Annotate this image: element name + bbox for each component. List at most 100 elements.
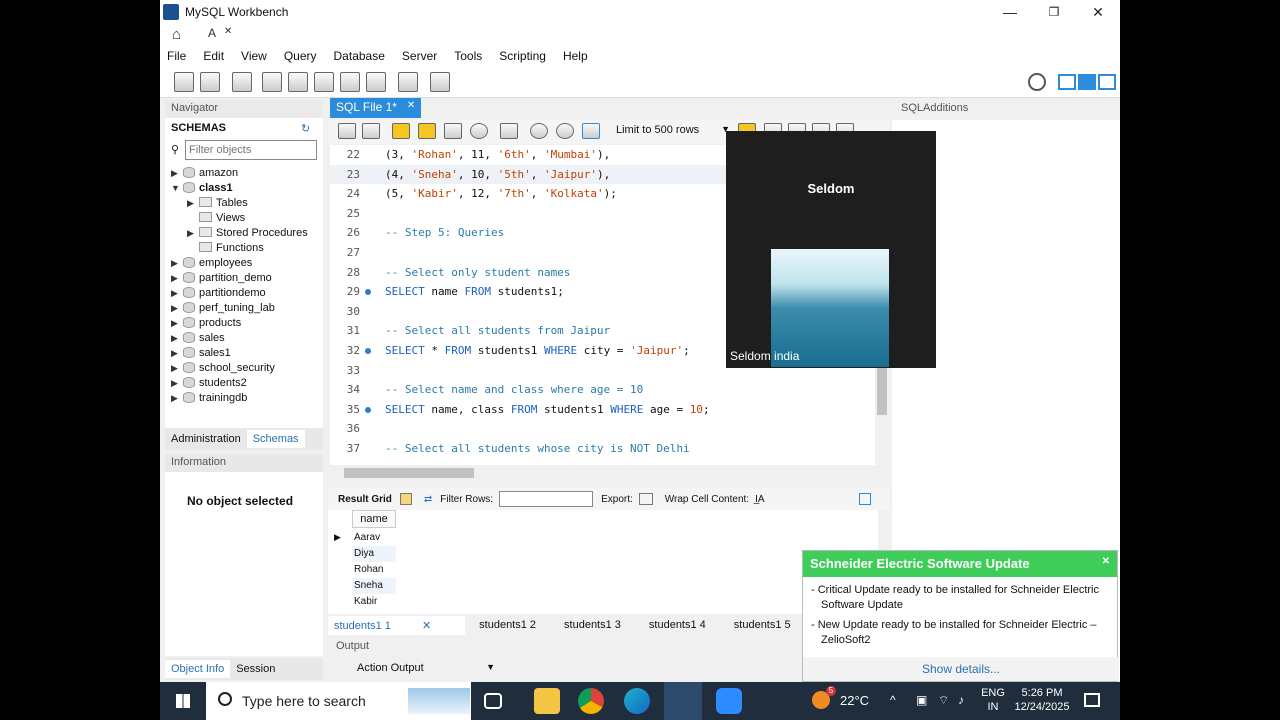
- reconnect-icon[interactable]: [430, 72, 450, 92]
- toggle-sidebar-icon[interactable]: [1058, 74, 1076, 90]
- menu-database[interactable]: Database: [334, 49, 385, 63]
- create-procedure-icon[interactable]: [340, 72, 360, 92]
- tree-schema-item[interactable]: ▶ amazon: [171, 166, 238, 181]
- result-tab-4[interactable]: students1 4: [649, 619, 706, 631]
- create-view-icon[interactable]: [314, 72, 334, 92]
- menu-server[interactable]: Server: [402, 49, 437, 63]
- execute-current-icon[interactable]: [418, 123, 436, 139]
- notification-center-icon[interactable]: [1084, 693, 1100, 707]
- code-line[interactable]: 35 SELECT name, class FROM students1 WHER…: [330, 400, 875, 420]
- result-tab-1[interactable]: students1 1 ✕: [328, 615, 466, 635]
- zoom-icon[interactable]: [716, 688, 742, 714]
- tree-schema-item[interactable]: ▶ school_security: [171, 361, 275, 376]
- toggle-secondary-sidebar-icon[interactable]: [1098, 74, 1116, 90]
- home-icon[interactable]: ⌂: [172, 26, 181, 43]
- autocommit-icon[interactable]: [582, 123, 600, 139]
- chevron-right-icon[interactable]: ▶: [187, 196, 199, 211]
- tree-schema-item[interactable]: ▶ perf_tuning_lab: [171, 301, 275, 316]
- tab-schemas[interactable]: Schemas: [246, 430, 305, 448]
- chevron-right-icon[interactable]: ▶: [171, 286, 183, 301]
- create-function-icon[interactable]: [366, 72, 386, 92]
- result-view-icon[interactable]: [858, 493, 871, 505]
- code-line[interactable]: 34 -- Select name and class where age = 1…: [330, 380, 875, 400]
- table-row[interactable]: Rohan: [352, 562, 396, 578]
- minimize-button[interactable]: —: [988, 0, 1032, 24]
- sql-file-tab[interactable]: SQL File 1* ✕: [330, 98, 422, 118]
- menu-help[interactable]: Help: [563, 49, 588, 63]
- tree-schema-item[interactable]: ▶ employees: [171, 256, 252, 271]
- volume-icon[interactable]: ♪: [958, 693, 964, 707]
- wrap-cell-icon[interactable]: I̲A: [755, 494, 764, 505]
- tree-schema-item[interactable]: ▶ sales: [171, 331, 225, 346]
- result-tab-3[interactable]: students1 3: [564, 619, 621, 631]
- maximize-button[interactable]: ❐: [1032, 0, 1076, 24]
- meet-now-icon[interactable]: ▣: [916, 693, 927, 707]
- close-button[interactable]: ✕: [1076, 0, 1120, 24]
- chevron-right-icon[interactable]: ▶: [171, 346, 183, 361]
- tab-administration[interactable]: Administration: [165, 433, 247, 445]
- chevron-right-icon[interactable]: ▶: [171, 376, 183, 391]
- inspector-icon[interactable]: [232, 72, 252, 92]
- chevron-right-icon[interactable]: ▶: [171, 301, 183, 316]
- connection-tab-close-icon[interactable]: ✕: [224, 26, 232, 44]
- chrome-icon[interactable]: [578, 688, 604, 714]
- close-icon[interactable]: ✕: [1102, 556, 1110, 572]
- clock[interactable]: 5:26 PM 12/24/2025: [1012, 686, 1072, 714]
- tree-schema-item[interactable]: ▶ partition_demo: [171, 271, 272, 286]
- code-line[interactable]: 36: [330, 419, 875, 439]
- rollback-icon[interactable]: [556, 123, 574, 139]
- code-line[interactable]: 37 -- Select all students whose city is N…: [330, 439, 875, 459]
- grid-icon[interactable]: [399, 493, 412, 505]
- chevron-right-icon[interactable]: ▶: [171, 316, 183, 331]
- result-grid-label[interactable]: Result Grid: [338, 494, 392, 505]
- menu-query[interactable]: Query: [284, 49, 317, 63]
- tree-schema-item[interactable]: ▶ trainingdb: [171, 391, 247, 406]
- tree-child-item[interactable]: ▶ Tables: [187, 196, 248, 211]
- show-details-link[interactable]: Show details...: [803, 657, 1119, 681]
- chevron-up-icon[interactable]: ^: [890, 693, 896, 707]
- commit-icon[interactable]: [530, 123, 548, 139]
- chevron-down-icon[interactable]: ▼: [171, 181, 183, 196]
- menu-edit[interactable]: Edit: [203, 49, 224, 63]
- menu-view[interactable]: View: [241, 49, 267, 63]
- tree-schema-item[interactable]: ▼ class1: [171, 181, 233, 196]
- update-notification[interactable]: Schneider Electric Software Update ✕ - C…: [802, 550, 1119, 682]
- close-icon[interactable]: ✕: [422, 620, 431, 632]
- tree-schema-item[interactable]: ▶ partitiondemo: [171, 286, 266, 301]
- toggle-output-icon[interactable]: [1078, 74, 1096, 90]
- tree-child-item[interactable]: Views: [187, 211, 245, 226]
- edge-icon[interactable]: [624, 688, 650, 714]
- task-view-icon[interactable]: [484, 693, 502, 709]
- menu-file[interactable]: File: [167, 49, 186, 63]
- chevron-right-icon[interactable]: ▶: [171, 271, 183, 286]
- chevron-right-icon[interactable]: ▶: [171, 331, 183, 346]
- result-tab-5[interactable]: students1 5: [734, 619, 791, 631]
- table-row[interactable]: Diya: [352, 546, 396, 562]
- explain-icon[interactable]: [444, 123, 462, 139]
- editor-horizontal-scrollbar[interactable]: [330, 466, 875, 480]
- scroll-thumb[interactable]: [344, 468, 474, 478]
- menu-tools[interactable]: Tools: [454, 49, 482, 63]
- column-header-name[interactable]: name: [352, 510, 396, 528]
- chevron-right-icon[interactable]: ▶: [187, 226, 199, 241]
- table-row[interactable]: Aarav: [352, 530, 396, 546]
- tree-schema-item[interactable]: ▶ sales1: [171, 346, 231, 361]
- open-file-icon[interactable]: [338, 123, 356, 139]
- table-row[interactable]: Kabir: [352, 594, 396, 610]
- open-sql-script-icon[interactable]: [200, 72, 220, 92]
- chevron-right-icon[interactable]: ▶: [171, 256, 183, 271]
- tab-session[interactable]: Session: [230, 663, 281, 675]
- limit-rows-select[interactable]: Limit to 500 rows ▼: [616, 124, 730, 140]
- filter-objects-input[interactable]: [185, 140, 317, 160]
- create-table-icon[interactable]: [288, 72, 308, 92]
- search-table-data-icon[interactable]: [398, 72, 418, 92]
- connection-tab[interactable]: A ✕: [200, 26, 240, 44]
- tab-object-info[interactable]: Object Info: [165, 660, 231, 678]
- menu-scripting[interactable]: Scripting: [499, 49, 546, 63]
- table-row[interactable]: Sneha: [352, 578, 396, 594]
- tree-child-item[interactable]: ▶ Stored Procedures: [187, 226, 308, 241]
- export-icon[interactable]: [638, 493, 653, 505]
- file-explorer-icon[interactable]: [534, 688, 560, 714]
- result-tab-2[interactable]: students1 2: [479, 619, 536, 631]
- chevron-right-icon[interactable]: ▶: [171, 166, 183, 181]
